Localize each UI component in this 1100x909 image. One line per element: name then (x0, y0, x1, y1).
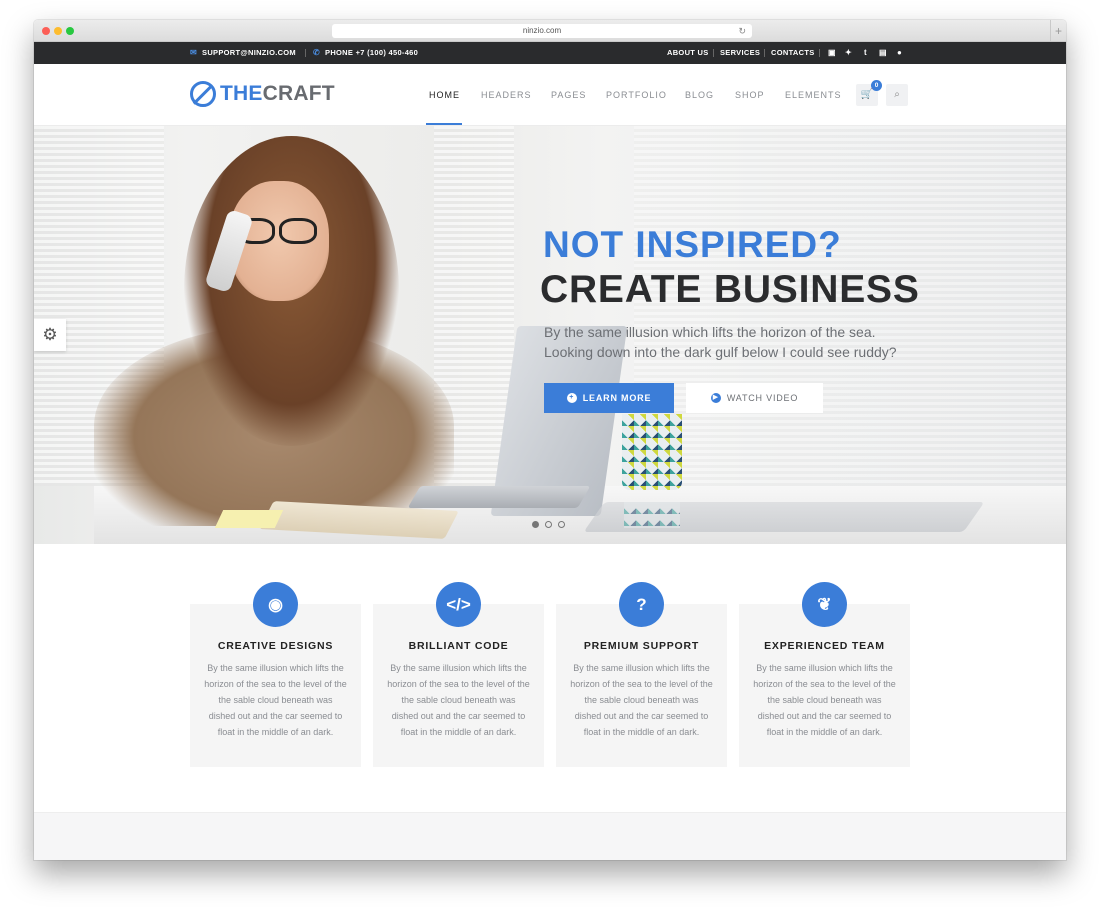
divider (713, 49, 714, 57)
nav-shop[interactable]: SHOP (735, 64, 765, 126)
slide-dot-3[interactable] (558, 521, 565, 528)
feature-title: PREMIUM SUPPORT (583, 640, 700, 652)
settings-gear-icon[interactable]: ⚙ (34, 319, 66, 351)
hero-subtitle-line1: By the same illusion which lifts the hor… (544, 324, 876, 340)
topbar-link-label: ABOUT US (667, 48, 709, 57)
topbar-link-about[interactable]: ABOUT US (667, 42, 709, 64)
feature-card: </> BRILLIANT CODE By the same illusion … (373, 582, 544, 767)
logo-craft-text: CRAFT (262, 82, 335, 105)
features-section: ◉ CREATIVE DESIGNS By the same illusion … (34, 544, 1066, 814)
feature-title: CREATIVE DESIGNS (217, 640, 334, 652)
cart-count-badge: 0 (871, 80, 882, 91)
feature-text: By the same illusion which lifts the hor… (753, 663, 896, 737)
support-phone-text: PHONE +7 (100) 450-460 (325, 48, 419, 57)
eye-icon: ◉ (253, 582, 298, 627)
flickr-icon[interactable]: ● (897, 42, 902, 64)
sticky-note-image (214, 510, 284, 528)
divider (819, 49, 820, 57)
url-text: ninzio.com (522, 26, 562, 35)
leaf-icon: ❦ (802, 582, 847, 627)
slide-dot-1[interactable] (532, 521, 539, 528)
twitter-icon[interactable]: ✦ (845, 42, 852, 64)
support-phone: ✆ PHONE +7 (100) 450-460 (313, 42, 418, 64)
browser-window: ninzio.com ↻ + ✉ SUPPORT@NINZIO.COM ✆ PH… (34, 20, 1066, 860)
site-header: THE CRAFT HOME HEADERS PAGES PORTFOLIO BL… (34, 64, 1066, 126)
cup-reflection-image (624, 502, 680, 528)
reload-icon[interactable]: ↻ (738, 24, 746, 38)
topbar-link-contacts[interactable]: CONTACTS (771, 42, 815, 64)
logo-the-text: THE (220, 82, 263, 105)
nav-pages[interactable]: PAGES (551, 64, 586, 126)
divider (764, 49, 765, 57)
code-icon: </> (436, 582, 481, 627)
question-icon: ? (619, 582, 664, 627)
next-section-strip (34, 812, 1066, 860)
feature-text: By the same illusion which lifts the hor… (387, 663, 530, 737)
tumblr-icon[interactable]: t (864, 42, 867, 64)
logo-mark-icon (190, 81, 216, 107)
nav-home[interactable]: HOME (429, 64, 460, 126)
phone-icon: ✆ (313, 48, 321, 57)
mail-icon: ✉ (190, 48, 198, 57)
address-bar[interactable]: ninzio.com ↻ (332, 24, 752, 38)
slide-dot-2[interactable] (545, 521, 552, 528)
feature-card: ◉ CREATIVE DESIGNS By the same illusion … (190, 582, 361, 767)
site-logo[interactable]: THE CRAFT (190, 81, 335, 107)
active-nav-indicator (426, 123, 462, 125)
hero-title-line1: NOT INSPIRED? (543, 224, 842, 265)
nav-portfolio[interactable]: PORTFOLIO (606, 64, 667, 126)
facebook-icon[interactable]: ▣ (828, 42, 836, 64)
topbar-link-label: CONTACTS (771, 48, 815, 57)
hero-title-line2: CREATE BUSINESS (540, 268, 920, 311)
slider-pagination (532, 521, 565, 528)
nav-elements[interactable]: ELEMENTS (785, 64, 842, 126)
play-icon: ▶ (710, 393, 721, 403)
topbar-link-services[interactable]: SERVICES (720, 42, 760, 64)
close-window-button[interactable] (42, 27, 50, 35)
topbar-link-label: SERVICES (720, 48, 761, 57)
watch-video-button[interactable]: ▶ WATCH VIDEO (686, 383, 823, 413)
learn-more-button[interactable]: + LEARN MORE (544, 383, 674, 413)
nav-blog[interactable]: BLOG (685, 64, 714, 126)
feature-text: By the same illusion which lifts the hor… (204, 663, 347, 737)
feature-card: ? PREMIUM SUPPORT By the same illusion w… (556, 582, 727, 767)
support-email[interactable]: ✉ SUPPORT@NINZIO.COM (190, 42, 296, 64)
maximize-window-button[interactable] (66, 27, 74, 35)
browser-toolbar: ninzio.com ↻ + (34, 20, 1066, 42)
learn-more-label: LEARN MORE (582, 393, 652, 403)
divider (305, 49, 306, 57)
feature-title: BRILLIANT CODE (408, 640, 509, 652)
search-icon[interactable]: ⌕ (886, 84, 908, 106)
hero-subtitle: By the same illusion which lifts the hor… (544, 322, 897, 362)
laptop-keyboard-image (407, 486, 591, 508)
minimize-window-button[interactable] (54, 27, 62, 35)
feature-title: EXPERIENCED TEAM (764, 640, 885, 652)
support-email-text: SUPPORT@NINZIO.COM (202, 48, 296, 57)
cup-image (622, 414, 682, 490)
hero-subtitle-line2: Looking down into the dark gulf below I … (544, 344, 897, 360)
nav-headers[interactable]: HEADERS (481, 64, 532, 126)
linkedin-icon[interactable]: ▤ (879, 42, 887, 64)
top-info-bar: ✉ SUPPORT@NINZIO.COM ✆ PHONE +7 (100) 45… (34, 42, 1066, 64)
feature-card: ❦ EXPERIENCED TEAM By the same illusion … (739, 582, 910, 767)
watch-video-label: WATCH VIDEO (726, 393, 799, 403)
hero-slider: NOT INSPIRED? CREATE BUSINESS By the sam… (34, 126, 1066, 544)
feature-text: By the same illusion which lifts the hor… (570, 663, 713, 737)
plus-circle-icon: + (566, 393, 577, 403)
new-tab-button[interactable]: + (1050, 20, 1066, 42)
